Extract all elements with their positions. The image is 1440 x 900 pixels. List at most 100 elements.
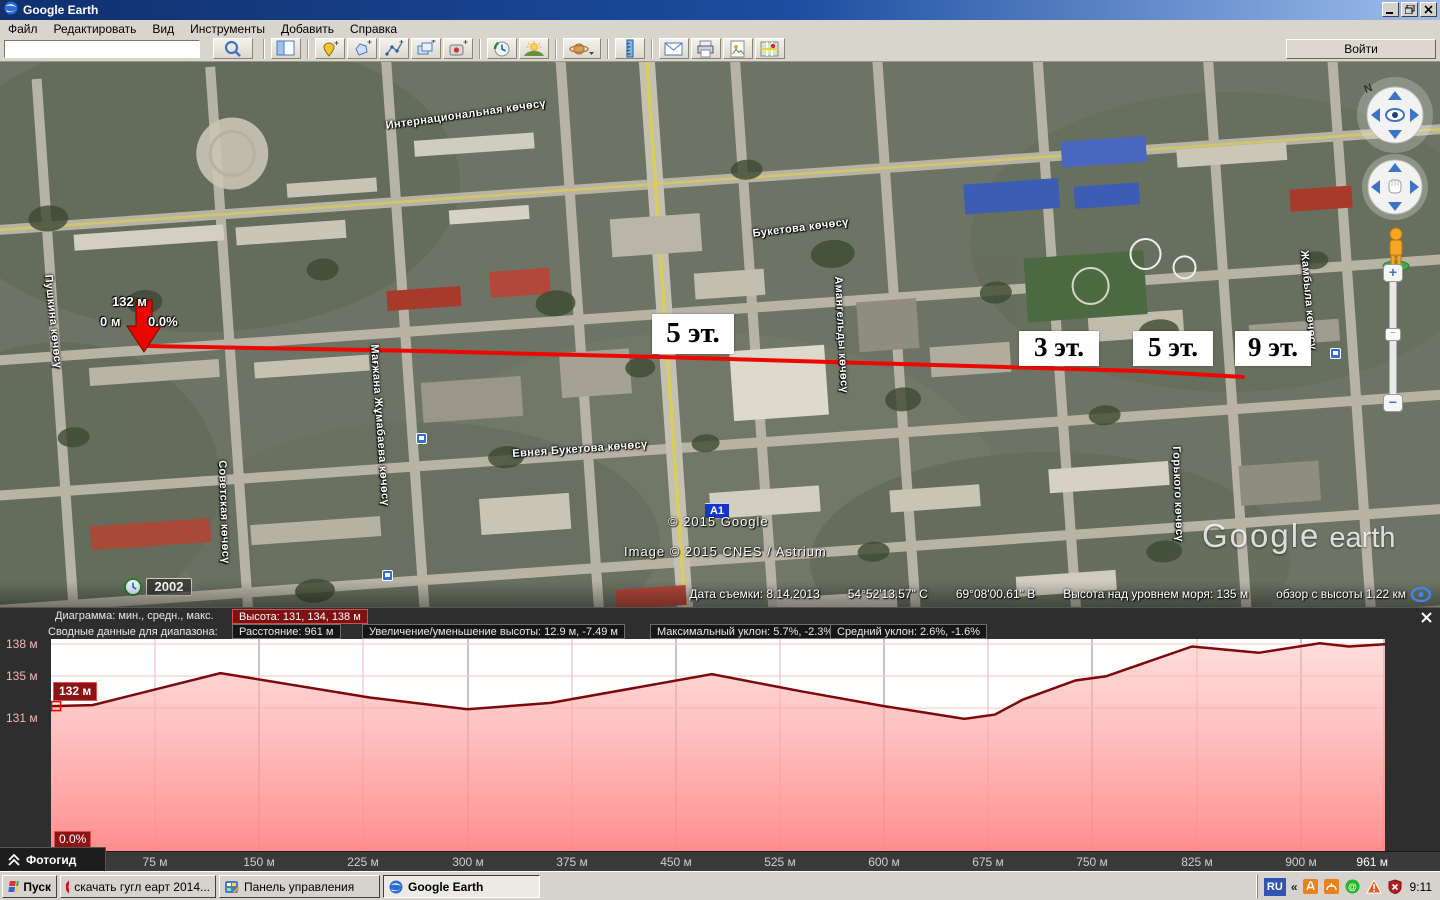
floor-label: 5 эт. bbox=[1133, 331, 1213, 366]
printer-icon bbox=[696, 40, 716, 58]
sidebar-toggle-button[interactable] bbox=[271, 38, 301, 59]
y-axis-tick: 138 м bbox=[6, 637, 38, 651]
x-axis-tick: 525 м bbox=[764, 855, 796, 869]
x-axis-tick: 900 м bbox=[1285, 855, 1317, 869]
login-button[interactable]: Войти bbox=[1286, 39, 1436, 59]
menu-add[interactable]: Добавить bbox=[273, 21, 342, 37]
zoom-out-button[interactable]: − bbox=[1383, 394, 1403, 412]
tray-clock[interactable]: 9:11 bbox=[1408, 880, 1438, 894]
add-path-button[interactable] bbox=[379, 38, 409, 59]
search-icon bbox=[224, 40, 242, 58]
sunlight-button[interactable] bbox=[519, 38, 549, 59]
menu-file[interactable]: Файл bbox=[0, 21, 46, 37]
tray-icon-agent[interactable]: @ bbox=[1345, 879, 1361, 895]
map-status-bar: Дата съемки: 8.14.2013 54°52'13.57" С 69… bbox=[0, 581, 1440, 607]
elevation-chart[interactable]: 132 м 0.0% bbox=[51, 639, 1385, 851]
bus-stop-icon bbox=[416, 433, 427, 444]
planets-button[interactable] bbox=[563, 38, 601, 59]
copyright-imagery: Image © 2015 CNES / Astrium bbox=[624, 544, 827, 559]
menu-help[interactable]: Справка bbox=[342, 21, 405, 37]
sidebar-icon bbox=[276, 40, 296, 57]
window-titlebar[interactable]: Google Earth bbox=[0, 0, 1440, 20]
system-tray: RU « @ 9:11 bbox=[1257, 875, 1438, 898]
close-profile-icon[interactable] bbox=[1420, 611, 1434, 625]
photo-guide-button[interactable]: Фотогид bbox=[0, 847, 106, 871]
email-button[interactable] bbox=[659, 38, 689, 59]
save-image-button[interactable] bbox=[723, 38, 753, 59]
y-axis-tick: 131 м bbox=[6, 711, 38, 725]
add-placemark-button[interactable] bbox=[315, 38, 345, 59]
profile-elevation-change: Увеличение/уменьшение высоты: 12.9 м, -7… bbox=[362, 624, 625, 639]
look-joystick[interactable]: N bbox=[1356, 76, 1434, 154]
route-start-slope: 0.0% bbox=[148, 314, 178, 329]
print-button[interactable] bbox=[691, 38, 721, 59]
copyright-google: © 2015 Google bbox=[668, 514, 769, 529]
longitude: 69°08'00.61" В bbox=[956, 587, 1035, 601]
menu-bar: Файл Редактировать Вид Инструменты Добав… bbox=[0, 20, 1440, 37]
ground-altitude: Высота над уровнем моря: 135 м bbox=[1063, 587, 1248, 601]
x-axis-tick: 300 м bbox=[452, 855, 484, 869]
opera-icon bbox=[66, 880, 69, 894]
taskbar-item-control-panel[interactable]: Панель управления bbox=[219, 875, 380, 898]
record-tour-button[interactable] bbox=[443, 38, 473, 59]
floor-label: 9 эт. bbox=[1235, 331, 1311, 366]
x-axis-tick: 150 м bbox=[243, 855, 275, 869]
profile-height-stats: Высота: 131, 134, 138 м bbox=[232, 609, 368, 624]
satellite-map[interactable]: Интернациональная көчөсү Букетова көчөсү… bbox=[0, 62, 1440, 607]
ruler-button[interactable] bbox=[615, 38, 645, 59]
hand-icon bbox=[1389, 179, 1401, 193]
floor-label: 3 эт. bbox=[1019, 331, 1099, 366]
zoom-slider[interactable]: + − − bbox=[1382, 264, 1404, 414]
historical-imagery-button[interactable] bbox=[487, 38, 517, 59]
add-polygon-button[interactable] bbox=[347, 38, 377, 59]
close-button[interactable] bbox=[1420, 2, 1437, 17]
y-axis-tick: 135 м bbox=[6, 669, 38, 683]
menu-view[interactable]: Вид bbox=[144, 21, 182, 37]
saturn-icon bbox=[569, 40, 595, 58]
bus-stop-icon bbox=[1330, 348, 1341, 359]
google-earth-icon bbox=[389, 880, 403, 894]
google-maps-icon bbox=[760, 40, 780, 58]
view-in-maps-button[interactable] bbox=[755, 38, 785, 59]
search-button[interactable] bbox=[213, 38, 253, 59]
tray-warning-icon[interactable] bbox=[1366, 879, 1382, 895]
bus-stop-icon bbox=[382, 570, 393, 581]
profile-max-slope: Максимальный уклон: 5.7%, -2.3% bbox=[650, 624, 840, 639]
tray-security-shield-icon[interactable] bbox=[1387, 879, 1403, 895]
menu-tools[interactable]: Инструменты bbox=[182, 21, 273, 37]
tray-icon-consultant-2[interactable] bbox=[1324, 879, 1340, 895]
x-axis-tick: 750 м bbox=[1076, 855, 1108, 869]
move-joystick[interactable] bbox=[1360, 152, 1430, 222]
tray-expand-chevrons[interactable]: « bbox=[1291, 880, 1298, 894]
add-overlay-button[interactable] bbox=[411, 38, 441, 59]
tray-icon-consultant[interactable] bbox=[1303, 879, 1319, 895]
x-axis-tick: 75 м bbox=[143, 855, 168, 869]
search-input[interactable] bbox=[4, 40, 200, 58]
profile-distance: Расстояние: 961 м bbox=[232, 624, 341, 639]
y-axis: 138 м 135 м 131 м bbox=[0, 639, 50, 851]
placemark-icon bbox=[320, 40, 340, 58]
zoom-in-button[interactable]: + bbox=[1383, 264, 1403, 282]
ruler-icon bbox=[621, 39, 639, 58]
x-axis-tick: 225 м bbox=[347, 855, 379, 869]
x-axis-tick: 825 м bbox=[1181, 855, 1213, 869]
google-earth-watermark: Googleearth bbox=[1202, 517, 1396, 555]
zoom-handle[interactable]: − bbox=[1385, 328, 1401, 341]
minimize-button[interactable] bbox=[1382, 2, 1399, 17]
chart-cursor-height: 132 м bbox=[53, 682, 97, 701]
polygon-icon bbox=[352, 40, 372, 58]
menu-edit[interactable]: Редактировать bbox=[46, 21, 145, 37]
restore-button[interactable] bbox=[1401, 2, 1418, 17]
x-axis-tick-end: 961 м bbox=[1356, 855, 1388, 869]
email-icon bbox=[664, 41, 684, 57]
language-indicator[interactable]: RU bbox=[1264, 878, 1286, 896]
google-earth-logo-icon bbox=[4, 1, 18, 20]
taskbar-item-opera[interactable]: скачать гугл еарт 2014... bbox=[60, 875, 216, 898]
start-button[interactable]: Пуск bbox=[2, 875, 57, 898]
elevation-profile-panel: Диаграмма: мин., средн., макс. Высота: 1… bbox=[0, 607, 1440, 871]
route-start-height: 132 м bbox=[112, 294, 147, 309]
path-icon bbox=[384, 40, 404, 58]
profile-summary-label: Сводные данные для диапазона: bbox=[48, 626, 218, 638]
taskbar-item-google-earth[interactable]: Google Earth bbox=[383, 875, 540, 898]
history-clock-icon bbox=[492, 40, 512, 58]
